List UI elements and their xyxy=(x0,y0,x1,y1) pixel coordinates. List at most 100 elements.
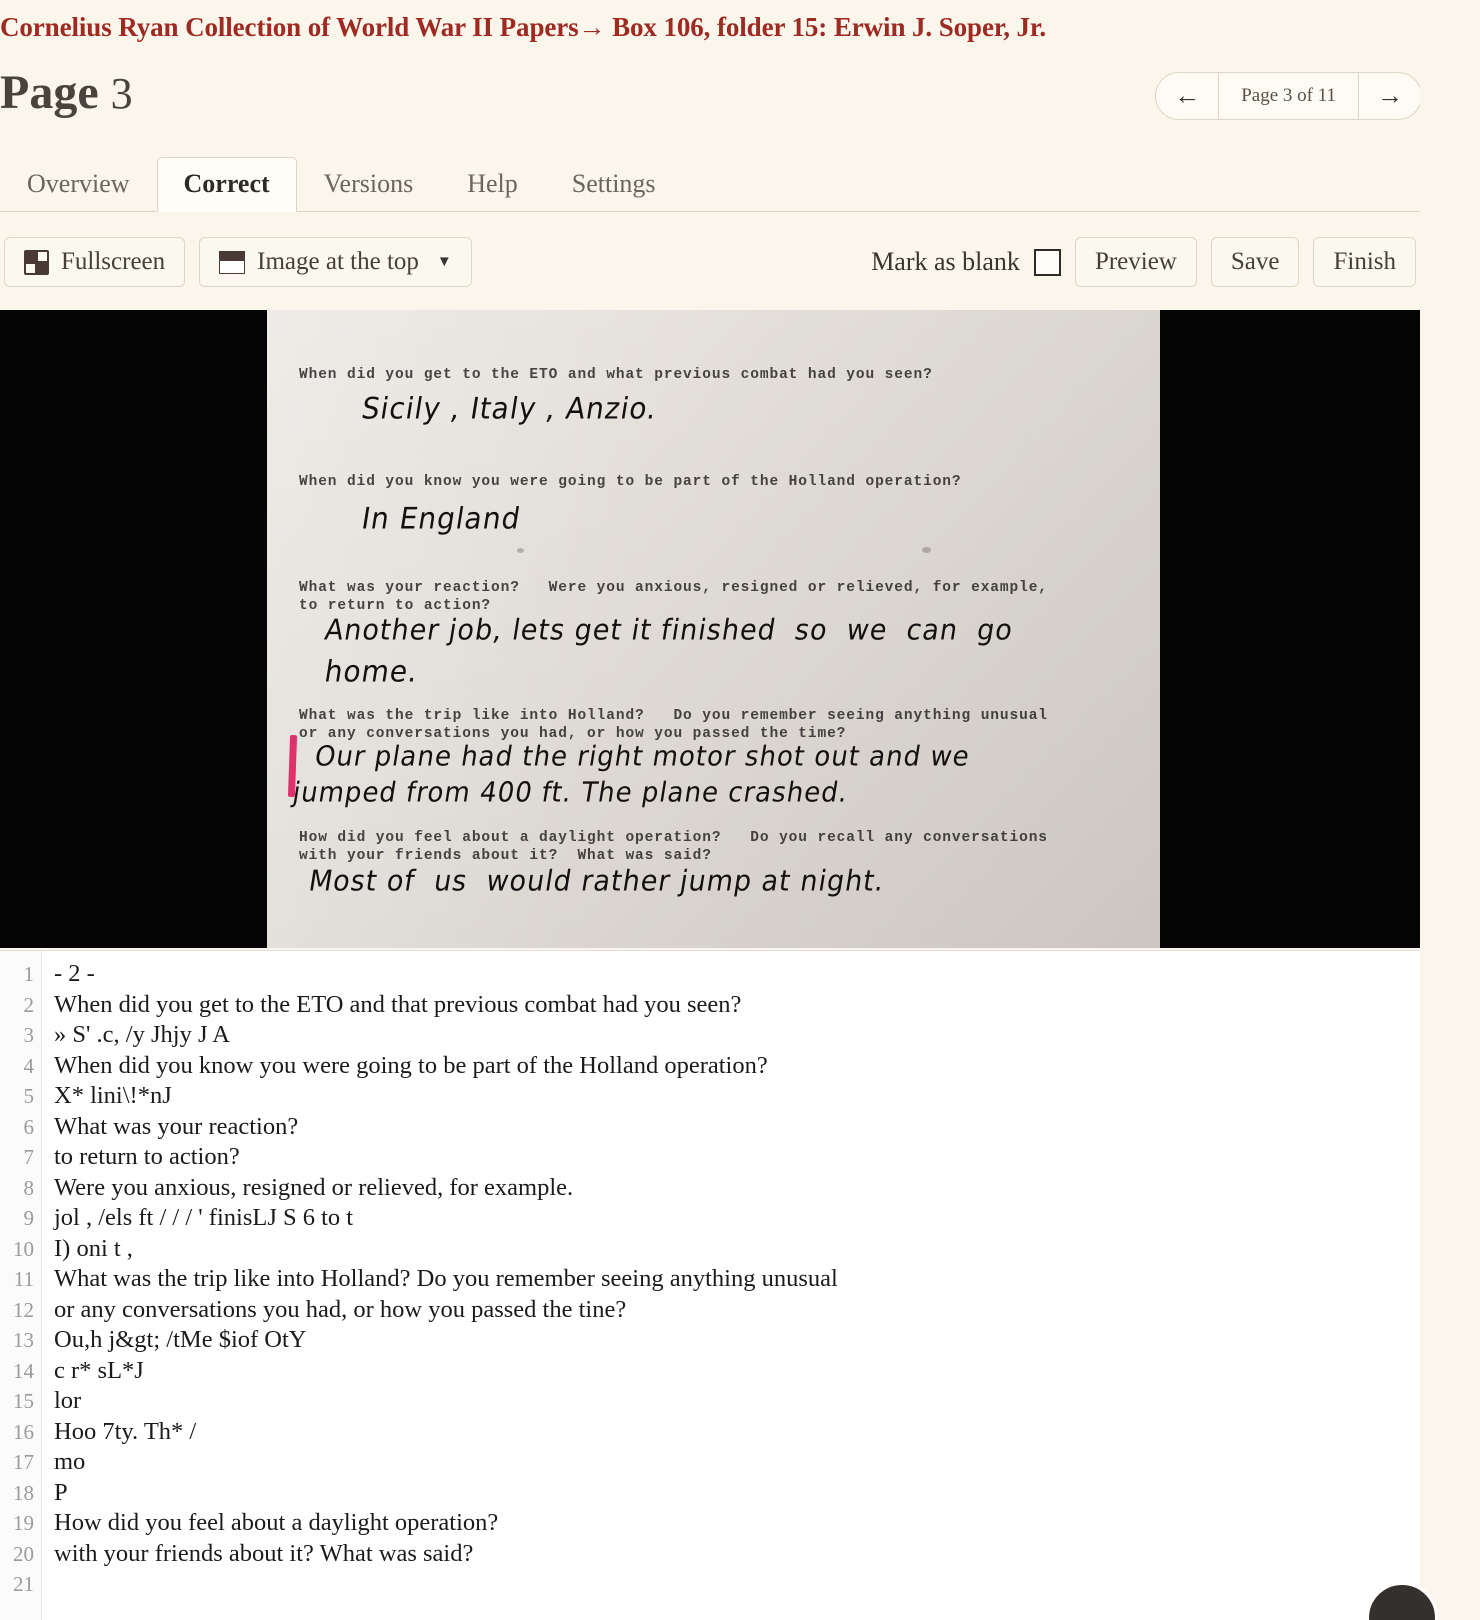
line-text[interactable]: Were you anxious, resigned or relieved, … xyxy=(42,1173,573,1204)
tab-correct[interactable]: Correct xyxy=(156,157,297,212)
line-number: 20 xyxy=(13,1541,34,1566)
tab-overview[interactable]: Overview xyxy=(0,157,157,212)
transcription-lines[interactable]: 1 - 2 - 2 When did you get to the ETO and t… xyxy=(0,959,1375,1600)
handwritten-answer: Another job, lets get it finished so we … xyxy=(322,614,1016,647)
typed-question: When did you know you were going to be p… xyxy=(299,474,962,490)
pagination-control: ← Page 3 of 11 → xyxy=(1155,72,1422,120)
transcription-line[interactable]: 3 » S' .c, /y Jhjy J A xyxy=(0,1020,1375,1051)
line-text[interactable]: What was the trip like into Holland? Do … xyxy=(42,1264,838,1295)
line-number: 4 xyxy=(23,1053,35,1078)
toolbar-left-group: Fullscreen Image at the top ▼ xyxy=(4,237,472,287)
layout-select-button[interactable]: Image at the top ▼ xyxy=(199,237,472,287)
transcription-line[interactable]: 16 Hoo 7ty. Th* / xyxy=(0,1417,1375,1448)
page-title-number: 3 xyxy=(110,69,133,118)
transcription-line[interactable]: 10 I) oni t , xyxy=(0,1234,1375,1265)
line-number: 9 xyxy=(23,1206,35,1230)
line-number: 3 xyxy=(23,1023,35,1047)
line-text[interactable]: - 2 - xyxy=(42,959,95,990)
line-text[interactable]: or any conversations you had, or how you… xyxy=(42,1295,626,1326)
line-number: 14 xyxy=(13,1358,34,1383)
line-number: 1 xyxy=(23,962,35,986)
transcription-line[interactable]: 9 jol , /els ft / / / ' finisLJ S 6 to t xyxy=(0,1203,1375,1234)
transcription-line[interactable]: 4 When did you know you were going to be … xyxy=(0,1051,1375,1082)
line-text[interactable]: P xyxy=(42,1478,68,1509)
line-text[interactable]: » S' .c, /y Jhjy J A xyxy=(42,1020,230,1051)
handwritten-answer: Sicily , Italy , Anzio. xyxy=(359,391,660,426)
line-number: 16 xyxy=(13,1419,34,1444)
chevron-down-icon: ▼ xyxy=(436,253,452,270)
transcription-line[interactable]: 14 c r* sL*J xyxy=(0,1356,1375,1387)
tab-settings[interactable]: Settings xyxy=(545,157,683,212)
breadcrumb-item-link[interactable]: Box 106, folder 15: Erwin J. Soper, Jr. xyxy=(612,12,1046,42)
toolbar-right-group: Mark as blank Preview Save Finish xyxy=(871,237,1416,287)
next-page-button[interactable]: → xyxy=(1359,73,1421,119)
document-content: When did you get to the ETO and what pre… xyxy=(267,310,1160,948)
transcription-line[interactable]: 2 When did you get to the ETO and that pr… xyxy=(0,990,1375,1021)
line-text[interactable]: jol , /els ft / / / ' finisLJ S 6 to t xyxy=(42,1203,353,1234)
line-text[interactable]: Ou,h j&gt; /tMe $iof OtY xyxy=(42,1325,306,1356)
typed-question: How did you feel about a daylight operat… xyxy=(299,830,1048,846)
transcription-editor[interactable]: 1 - 2 - 2 When did you get to the ETO and t… xyxy=(0,950,1420,1620)
typed-question: What was your reaction? Were you anxious… xyxy=(299,580,1048,596)
transcription-line[interactable]: 20 with your friends about it? What was s… xyxy=(0,1539,1375,1570)
breadcrumb: Cornelius Ryan Collection of World War I… xyxy=(0,12,1046,43)
line-text[interactable]: When did you get to the ETO and that pre… xyxy=(42,990,741,1021)
transcription-line[interactable]: 15 lor xyxy=(0,1386,1375,1417)
line-text[interactable]: What was your reaction? xyxy=(42,1112,298,1143)
transcription-line[interactable]: 8 Were you anxious, resigned or relieved,… xyxy=(0,1173,1375,1204)
line-text[interactable]: to return to action? xyxy=(42,1142,240,1173)
handwritten-answer: jumped from 400 ft. The plane crashed. xyxy=(290,777,851,809)
transcription-line[interactable]: 19 How did you feel about a daylight oper… xyxy=(0,1508,1375,1539)
line-text[interactable]: with your friends about it? What was sai… xyxy=(42,1539,473,1570)
transcription-line[interactable]: 13 Ou,h j&gt; /tMe $iof OtY xyxy=(0,1325,1375,1356)
line-number: 6 xyxy=(23,1114,35,1139)
layout-image-top-icon xyxy=(219,250,246,274)
line-number: 7 xyxy=(23,1145,35,1169)
fullscreen-button[interactable]: Fullscreen xyxy=(4,237,186,287)
transcription-line[interactable]: 6 What was your reaction? xyxy=(0,1112,1375,1143)
prev-page-button[interactable]: ← xyxy=(1156,73,1220,119)
handwritten-answer: Most of us would rather jump at night. xyxy=(306,865,888,898)
transcription-line[interactable]: 11 What was the trip like into Holland? D… xyxy=(0,1264,1375,1295)
document-image-viewer[interactable]: When did you get to the ETO and what pre… xyxy=(0,310,1420,948)
finish-button[interactable]: Finish xyxy=(1313,237,1416,287)
line-number: 18 xyxy=(13,1480,34,1505)
paper-speck xyxy=(517,548,524,553)
line-number: 11 xyxy=(13,1267,34,1291)
line-text[interactable]: Hoo 7ty. Th* / xyxy=(42,1417,196,1448)
tab-versions[interactable]: Versions xyxy=(297,157,441,212)
handwritten-answer: In England xyxy=(359,501,524,536)
line-text[interactable]: When did you know you were going to be p… xyxy=(42,1051,768,1082)
line-text[interactable]: lor xyxy=(42,1386,81,1417)
line-number: 8 xyxy=(23,1175,35,1200)
line-number: 2 xyxy=(23,992,35,1017)
transcription-line[interactable]: 7 to return to action? xyxy=(0,1142,1375,1173)
layout-select-label: Image at the top xyxy=(257,248,419,275)
preview-button[interactable]: Preview xyxy=(1074,237,1197,287)
line-text[interactable]: mo xyxy=(42,1447,85,1478)
transcription-line[interactable]: 1 - 2 - xyxy=(0,959,1375,990)
transcription-line[interactable]: 21 xyxy=(0,1569,1375,1600)
line-text[interactable]: c r* sL*J xyxy=(42,1356,144,1387)
transcription-line[interactable]: 12 or any conversations you had, or how y… xyxy=(0,1295,1375,1326)
line-text[interactable]: X* lini\!*nJ xyxy=(42,1081,172,1112)
line-text[interactable]: I) oni t , xyxy=(42,1234,133,1265)
handwritten-answer: Our plane had the right motor shot out a… xyxy=(312,741,973,773)
typed-question: When did you get to the ETO and what pre… xyxy=(299,367,933,383)
scanned-document-page: When did you get to the ETO and what pre… xyxy=(267,310,1160,948)
breadcrumb-separator-icon: → xyxy=(578,12,606,42)
mark-as-blank-checkbox[interactable] xyxy=(1033,248,1061,276)
mark-as-blank-label: Mark as blank xyxy=(871,247,1020,276)
transcription-line[interactable]: 18 P xyxy=(0,1478,1375,1509)
correct-page-screen: Cornelius Ryan Collection of World War I… xyxy=(0,0,1480,1620)
transcription-line[interactable]: 17 mo xyxy=(0,1447,1375,1478)
tab-help[interactable]: Help xyxy=(440,157,545,212)
typed-question: to return to action? xyxy=(299,598,492,614)
save-button[interactable]: Save xyxy=(1210,237,1300,287)
line-number: 12 xyxy=(13,1297,34,1322)
typed-question: What was the trip like into Holland? Do … xyxy=(299,708,1048,724)
line-text[interactable]: How did you feel about a daylight operat… xyxy=(42,1508,498,1539)
transcription-line[interactable]: 5 X* lini\!*nJ xyxy=(0,1081,1375,1112)
breadcrumb-collection-link[interactable]: Cornelius Ryan Collection of World War I… xyxy=(0,12,579,42)
page-title: Page 3 xyxy=(0,62,133,125)
